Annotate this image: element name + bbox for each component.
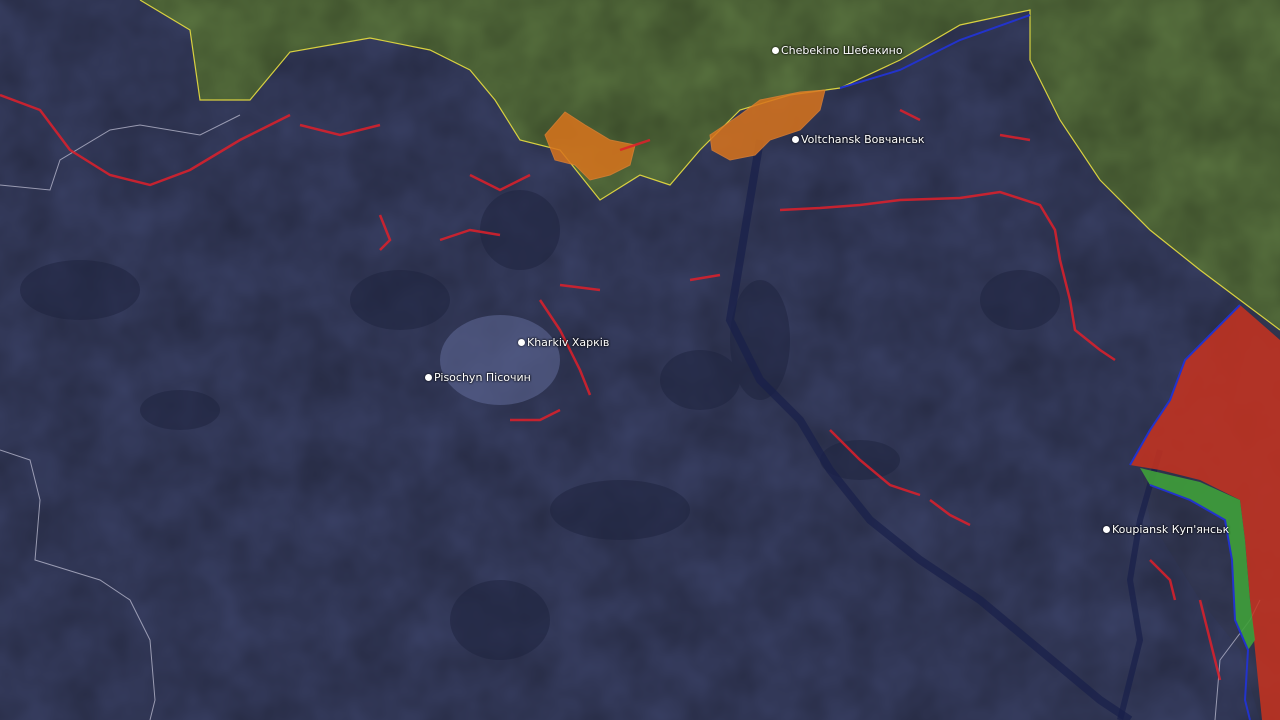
city-marker-koupiansk[interactable]: Koupiansk Куп'янськ <box>1103 523 1229 536</box>
city-marker-chebekino[interactable]: Chebekino Шебекино <box>772 44 903 57</box>
city-label-koupiansk: Koupiansk Куп'янськ <box>1112 523 1230 536</box>
city-marker-kharkiv[interactable]: Kharkiv Харків <box>518 336 609 349</box>
city-marker-voltchansk[interactable]: Voltchansk Вовчанськ <box>792 133 924 146</box>
kharkiv-urban-area <box>440 315 560 405</box>
city-marker-pisochyn[interactable]: Pisochyn Пісочин <box>425 371 531 384</box>
city-dot-icon <box>792 136 799 143</box>
map-view[interactable]: Chebekino Шебекино Voltchansk Вовчанськ … <box>0 0 1280 720</box>
city-dot-icon <box>518 339 525 346</box>
terrain-texture <box>0 0 1280 720</box>
city-dot-icon <box>1103 526 1110 533</box>
city-label-kharkiv: Kharkiv Харків <box>527 336 610 349</box>
city-label-pisochyn: Pisochyn Пісочин <box>434 371 531 384</box>
city-dot-icon <box>425 374 432 381</box>
city-dot-icon <box>772 47 779 54</box>
city-label-chebekino: Chebekino Шебекино <box>781 44 903 57</box>
map-canvas <box>0 0 1280 720</box>
city-label-voltchansk: Voltchansk Вовчанськ <box>801 133 925 146</box>
